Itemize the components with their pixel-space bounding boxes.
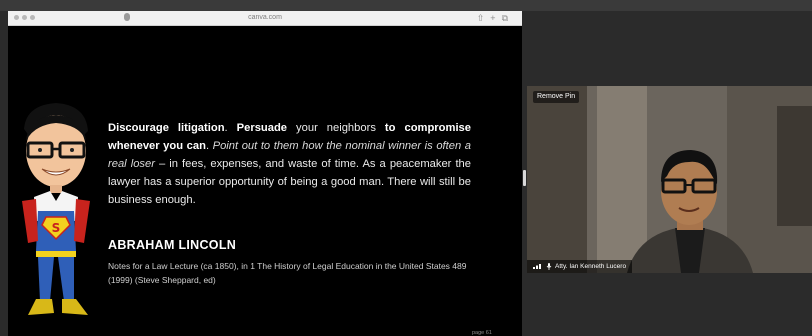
microphone-icon [546,262,552,270]
quote-author: ABRAHAM LINCOLN [108,238,237,252]
address-bar[interactable]: canva.com [8,13,522,23]
share-icon[interactable]: ⇧ [477,13,491,23]
svg-text:S: S [52,221,61,235]
video-feed [527,86,812,273]
quote-segment: your neighbors [287,122,385,134]
page-number: page 61 [472,330,492,336]
quote-segment: . [224,122,237,134]
participant-name-tag: Atty. Ian Kenneth Lucero [527,260,633,273]
signal-bars-icon [533,264,541,270]
superhero-caricature-icon: S [22,103,90,315]
quote-bold: Persuade [236,122,288,134]
split-view-handle[interactable] [523,170,526,186]
browser-actions: ⇧+⧉ [474,12,514,24]
presentation-slide: S Discourage litigation. Persuade your n… [8,26,522,336]
new-tab-icon[interactable]: + [490,13,501,23]
quote-segment: . [205,140,213,152]
video-tile[interactable]: Remove Pin Atty. Ian Kenneth Lucero [527,86,812,273]
quote-bold: Discourage litigation [108,122,225,134]
quote-segment: – in fees, expenses, and waste of time. … [108,158,471,206]
top-strip [0,0,812,11]
tabs-icon[interactable]: ⧉ [502,13,514,23]
quote-text: Discourage litigation. Persuade your nei… [108,119,471,209]
participant-name: Atty. Ian Kenneth Lucero [555,263,627,270]
shared-screen: canva.com ⇧+⧉ S Discourage litigation. P… [8,11,522,336]
browser-toolbar: canva.com ⇧+⧉ [8,11,522,26]
quote-source: Notes for a Law Lecture (ca 1850), in 1 … [108,261,467,285]
remove-pin-button[interactable]: Remove Pin [533,91,580,103]
